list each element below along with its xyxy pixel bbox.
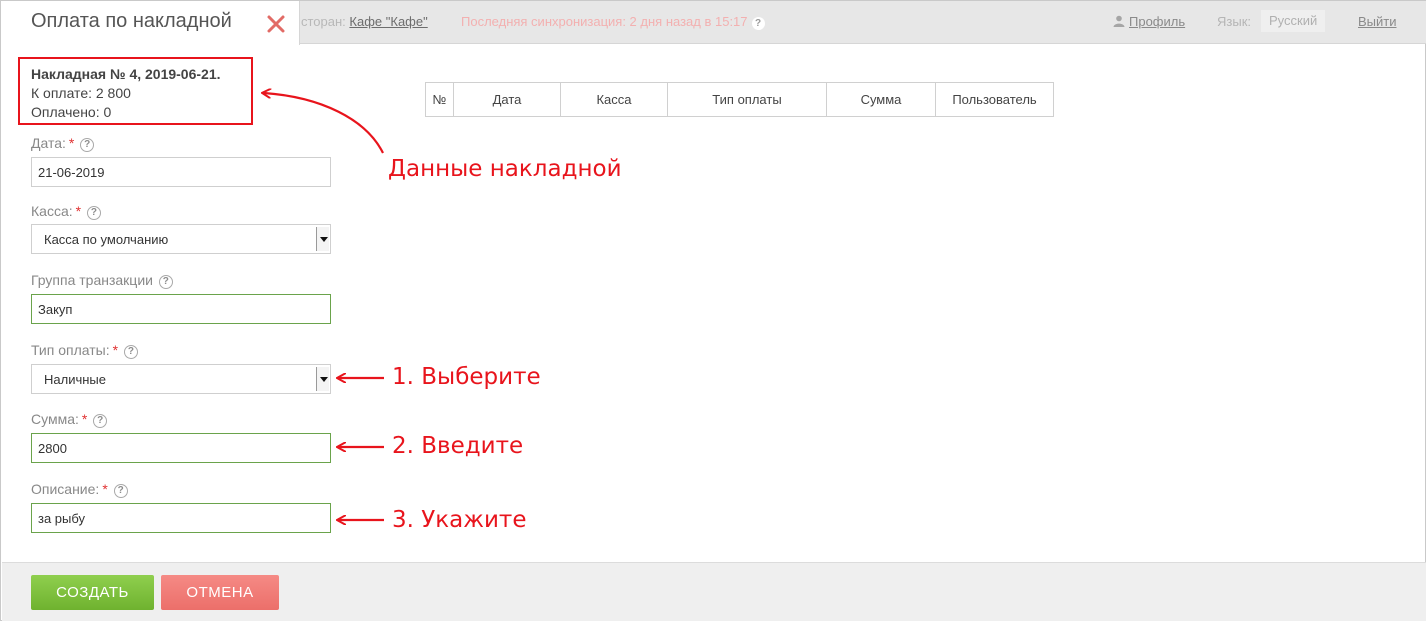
- cancel-button[interactable]: ОТМЕНА: [161, 575, 279, 610]
- annotation-step2: 2. Введите: [392, 433, 524, 459]
- dialog-window: сторан: Кафе "Кафе" Последняя синхрониза…: [0, 0, 1426, 621]
- invoice-arrow: [264, 93, 384, 154]
- annotation-step1: 1. Выберите: [392, 364, 541, 390]
- annotation-step3: 3. Укажите: [392, 507, 527, 533]
- create-button[interactable]: СОЗДАТЬ: [31, 575, 154, 610]
- dialog-footer: СОЗДАТЬ ОТМЕНА: [2, 562, 1426, 621]
- annotation-arrows: [1, 1, 384, 621]
- annotation-invoice-data: Данные накладной: [388, 156, 622, 182]
